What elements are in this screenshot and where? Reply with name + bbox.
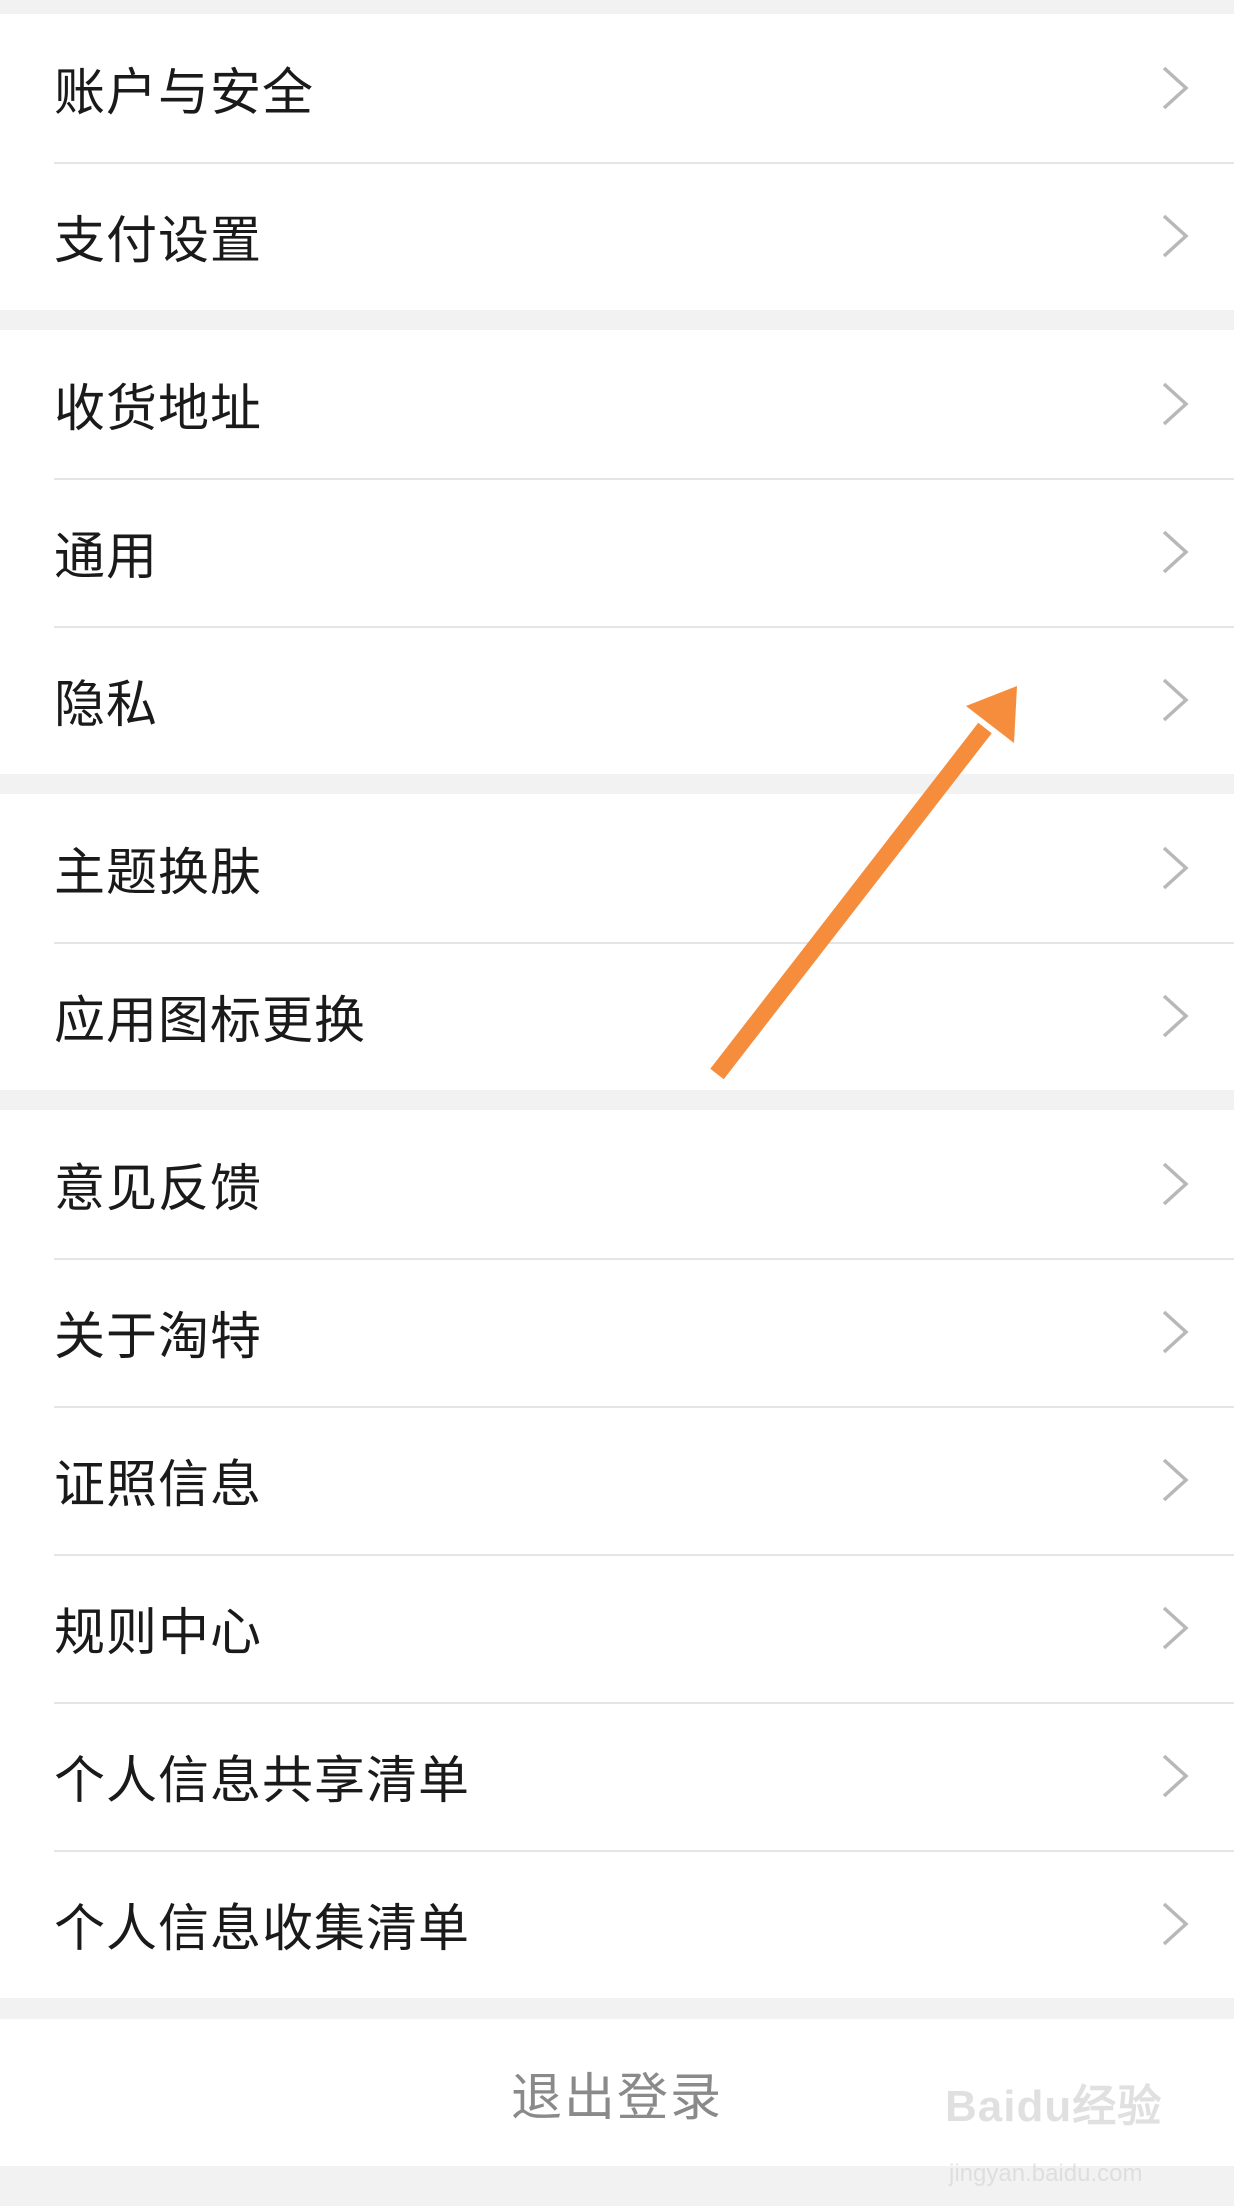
chevron-right-icon: [1162, 678, 1189, 722]
settings-group-general: 收货地址 通用 隐私: [0, 330, 1234, 774]
settings-item-label: 账户与安全: [54, 64, 315, 123]
chevron-right-icon: [1162, 846, 1189, 890]
logout-label: 退出登录: [510, 2068, 723, 2128]
chevron-right-icon: [1162, 1606, 1189, 1650]
settings-item-rules-center[interactable]: 规则中心: [0, 1554, 1234, 1702]
settings-item-general[interactable]: 通用: [0, 478, 1234, 626]
settings-item-shipping-address[interactable]: 收货地址: [0, 330, 1234, 478]
chevron-right-icon: [1162, 994, 1189, 1038]
settings-item-label: 隐私: [54, 676, 159, 735]
settings-item-info-sharing-list[interactable]: 个人信息共享清单: [0, 1702, 1234, 1850]
chevron-right-icon: [1162, 1162, 1189, 1206]
chevron-right-icon: [1162, 530, 1189, 574]
settings-group-account: 账户与安全 支付设置: [0, 14, 1234, 310]
settings-item-license-info[interactable]: 证照信息: [0, 1406, 1234, 1554]
settings-item-label: 关于淘特: [54, 1308, 263, 1367]
settings-item-account-security[interactable]: 账户与安全: [0, 14, 1234, 162]
chevron-right-icon: [1162, 66, 1189, 110]
settings-item-app-icon[interactable]: 应用图标更换: [0, 942, 1234, 1090]
settings-item-payment-settings[interactable]: 支付设置: [0, 162, 1234, 310]
logout-button[interactable]: 退出登录: [0, 2019, 1234, 2166]
chevron-right-icon: [1162, 1310, 1189, 1354]
settings-item-label: 支付设置: [54, 212, 263, 271]
settings-group-appearance: 主题换肤 应用图标更换: [0, 794, 1234, 1090]
chevron-right-icon: [1162, 1458, 1189, 1502]
settings-item-label: 应用图标更换: [54, 992, 367, 1051]
settings-item-label: 通用: [54, 528, 159, 587]
chevron-right-icon: [1162, 214, 1189, 258]
settings-item-label: 意见反馈: [54, 1160, 263, 1219]
settings-item-label: 规则中心: [54, 1604, 263, 1663]
settings-item-feedback[interactable]: 意见反馈: [0, 1110, 1234, 1258]
chevron-right-icon: [1162, 382, 1189, 426]
settings-item-label: 个人信息收集清单: [54, 1900, 471, 1959]
settings-item-label: 个人信息共享清单: [54, 1752, 471, 1811]
settings-item-label: 主题换肤: [54, 844, 263, 903]
settings-item-theme-skin[interactable]: 主题换肤: [0, 794, 1234, 942]
chevron-right-icon: [1162, 1902, 1189, 1946]
settings-item-label: 收货地址: [54, 380, 263, 439]
settings-item-privacy[interactable]: 隐私: [0, 626, 1234, 774]
settings-group-about: 意见反馈 关于淘特 证照信息 规则中心 个人信息共享清单 个人信息收集清单: [0, 1110, 1234, 1998]
settings-item-info-collection-list[interactable]: 个人信息收集清单: [0, 1850, 1234, 1998]
settings-item-about[interactable]: 关于淘特: [0, 1258, 1234, 1406]
settings-item-label: 证照信息: [54, 1456, 263, 1515]
chevron-right-icon: [1162, 1754, 1189, 1798]
